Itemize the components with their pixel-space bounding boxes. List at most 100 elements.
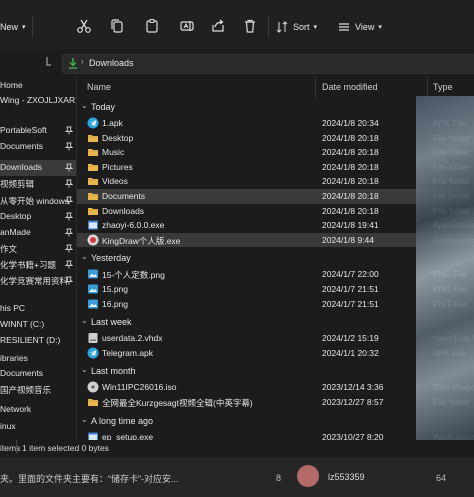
rename-icon[interactable] — [179, 18, 195, 34]
nav-item[interactable]: 化学竞赛常用资料 — [0, 273, 76, 289]
nav-item[interactable]: Desktop — [0, 209, 76, 225]
file-row[interactable]: Videos2024/1/8 20:18File folder — [77, 174, 474, 189]
nav-item[interactable]: 化学书籍+习题 — [0, 257, 76, 273]
view-button[interactable]: View ▾ — [338, 19, 382, 35]
nav-item[interactable]: Documents — [0, 366, 76, 382]
new-label: New — [0, 22, 19, 32]
nav-item[interactable]: WINNT (C:) — [0, 317, 76, 333]
group-header[interactable]: ⌄ Yesterday — [77, 252, 474, 266]
address-bar[interactable]: › Downloads — [62, 54, 474, 74]
sort-icon — [276, 21, 288, 33]
nav-item-label: Home — [0, 80, 23, 90]
nav-item[interactable]: Downloads — [0, 160, 76, 176]
nav-item[interactable]: Home — [0, 78, 76, 94]
file-date: 2023/12/27 8:57 — [322, 397, 384, 407]
sort-button[interactable]: Sort ▾ — [276, 19, 317, 35]
column-divider[interactable] — [427, 76, 428, 98]
file-row[interactable]: KingDraw个人版.exe2024/1/8 9:44Application — [77, 232, 474, 248]
nav-item-label: Downloads — [0, 162, 43, 172]
pin-icon — [65, 163, 73, 172]
cut-icon[interactable] — [76, 18, 92, 34]
address-row: › Downloads — [0, 50, 474, 76]
group-label: Last week — [91, 317, 132, 328]
file-row[interactable]: 15.png2024/1/7 21:51PNG File — [77, 282, 474, 297]
avatar[interactable] — [297, 465, 319, 487]
chevron-down-icon: ⌄ — [81, 101, 88, 110]
share-icon[interactable] — [210, 18, 226, 34]
column-divider[interactable] — [315, 76, 316, 98]
breadcrumb-downloads[interactable]: Downloads — [89, 58, 134, 68]
sort-label: Sort — [293, 22, 310, 32]
disc-image-icon — [87, 381, 99, 393]
chevron-down-icon: ▾ — [22, 24, 26, 31]
file-row[interactable]: Desktop2024/1/8 20:18File folder — [77, 131, 474, 146]
file-row[interactable]: Pictures2024/1/8 20:18File folder — [77, 160, 474, 175]
file-row[interactable]: Win11IPC26016.iso2023/12/14 3:36Disc Ima… — [77, 380, 474, 395]
nav-item[interactable]: Network — [0, 402, 76, 418]
file-name: 15.png — [102, 284, 128, 294]
file-name: Downloads — [102, 205, 145, 216]
wallpaper-preview-image — [416, 96, 474, 440]
file-name: KingDraw个人版.exe — [102, 235, 181, 246]
nav-item[interactable]: Documents — [0, 139, 76, 155]
nav-item-label: Network — [0, 404, 32, 414]
group-header[interactable]: ⌄ Today — [77, 101, 474, 115]
exe-icon — [88, 220, 98, 230]
file-date: 2024/1/8 20:18 — [322, 191, 379, 201]
file-row[interactable]: ep_setup.exe2023/10/27 8:20Application — [77, 430, 474, 440]
nav-item[interactable]: his PC — [0, 301, 76, 317]
nav-item[interactable]: anMade — [0, 225, 76, 241]
nav-item[interactable]: RESILIENT (D:) — [0, 333, 76, 349]
nav-item[interactable]: inux — [0, 419, 76, 435]
file-row[interactable]: userdata.2.vhdx2024/1/2 15:19Hard Disk I… — [77, 331, 474, 346]
nav-item-label: anMade — [0, 227, 31, 237]
nav-item[interactable]: 作文 — [0, 241, 76, 257]
nav-item[interactable]: PortableSoft — [0, 123, 76, 139]
file-date: 2024/1/8 19:41 — [322, 220, 379, 231]
toolbar-divider — [32, 16, 33, 38]
download-icon — [69, 58, 77, 69]
file-row[interactable]: 15-个人定数.png2024/1/7 22:00PNG File — [77, 267, 474, 282]
file-row[interactable]: 16.png2024/1/7 21:51PNG File — [77, 297, 474, 312]
copy-icon[interactable] — [109, 18, 125, 34]
username[interactable]: lz553359 — [328, 472, 365, 482]
nav-item[interactable]: 从零开始 windows — [0, 193, 76, 209]
column-date[interactable]: Date modified — [322, 82, 378, 92]
file-row[interactable]: Telegram.apk2024/1/1 20:32APK File — [77, 346, 474, 361]
view-icon — [339, 23, 349, 31]
image-icon — [88, 299, 98, 309]
nav-item[interactable]: Wing - ZXOJLJXARX — [0, 93, 76, 109]
nav-item[interactable]: ibraries — [0, 351, 76, 367]
score-number: 64 — [436, 473, 447, 483]
file-row[interactable]: 1.apk2024/1/8 20:34APK File — [77, 116, 474, 131]
column-type[interactable]: Type — [433, 82, 453, 92]
file-name: 1.apk — [102, 118, 123, 128]
file-row[interactable]: zhaoyi-6.0.0.exe2024/1/8 19:41Applicatio… — [77, 218, 474, 233]
column-name[interactable]: Name — [87, 82, 111, 92]
nav-item[interactable]: 视频剪辑 — [0, 176, 76, 192]
nav-item[interactable]: 国产视频音乐 — [0, 382, 76, 398]
file-date: 2024/1/8 20:18 — [322, 161, 379, 172]
file-row[interactable]: 全网最全Kurzgesagt视频全辑(中英字幕)2023/12/27 8:57F… — [77, 395, 474, 410]
image-icon — [88, 284, 98, 294]
file-date: 2024/1/8 20:18 — [322, 132, 379, 143]
new-button[interactable]: New ▾ — [0, 19, 26, 35]
nav-item-label: PortableSoft — [0, 125, 47, 135]
nav-item-label: 化学竞赛常用资料 — [0, 276, 69, 286]
expand-icon[interactable] — [44, 56, 54, 70]
group-header[interactable]: ⌄ A long time ago — [77, 415, 474, 429]
file-date: 2023/10/27 8:20 — [322, 431, 384, 440]
delete-icon[interactable] — [242, 18, 258, 34]
group-header[interactable]: ⌄ Last month — [77, 365, 474, 379]
group-header[interactable]: ⌄ Last week — [77, 316, 474, 330]
nav-item-label: RESILIENT (D:) — [0, 335, 61, 345]
status-divider — [16, 440, 17, 454]
file-row[interactable]: Downloads2024/1/8 20:18File folder — [77, 204, 474, 219]
file-name: Videos — [102, 176, 128, 187]
file-row[interactable]: Music2024/1/8 20:18File folder — [77, 145, 474, 160]
file-name: 16.png — [102, 298, 128, 309]
view-label: View — [355, 22, 375, 32]
paste-icon[interactable] — [144, 18, 160, 34]
file-date: 2024/1/7 21:51 — [322, 298, 379, 309]
file-row[interactable]: Documents2024/1/8 20:18File folder — [77, 189, 474, 204]
